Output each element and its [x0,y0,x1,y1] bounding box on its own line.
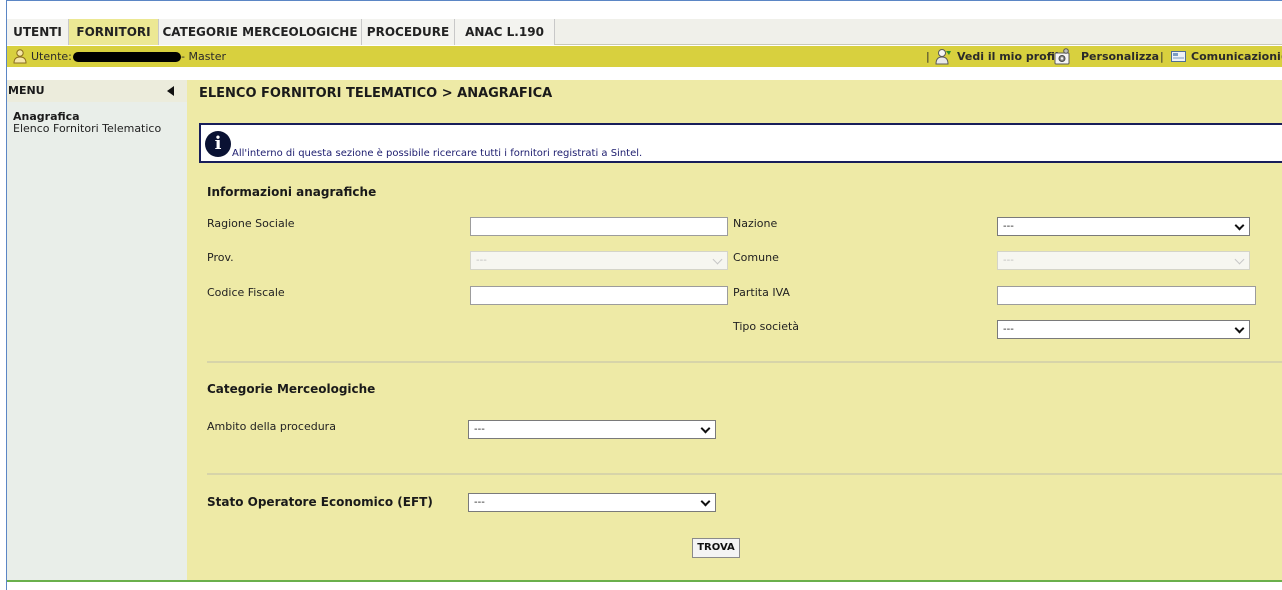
info-text: All'interno di questa sezione è possibil… [232,148,643,159]
chevron-down-icon [712,254,723,265]
ragione-sociale-label: Ragione Sociale [207,217,295,230]
menu-header: MENU [7,80,187,102]
prov-label: Prov. [207,251,234,264]
chevron-down-icon [700,423,711,434]
tab-utenti[interactable]: UTENTI [7,19,69,45]
prov-value: --- [476,255,487,266]
ambito-select[interactable]: --- [468,420,716,439]
chevron-down-icon [1234,323,1245,334]
partita-iva-label: Partita IVA [733,286,790,299]
communications-link[interactable]: Comunicazioni(0) [1191,46,1282,67]
section-title-stato: Stato Operatore Economico (EFT) [207,495,433,509]
profile-link[interactable]: Vedi il mio profilo [957,46,1066,67]
info-icon: i [205,131,231,157]
tab-categorie-merceologiche[interactable]: CATEGORIE MERCEOLOGICHE [159,19,362,45]
section-title-anagrafica: Informazioni anagrafiche [207,185,377,199]
envelope-icon [1171,51,1186,62]
collapse-arrow-icon[interactable] [167,86,174,96]
main-content: ELENCO FORNITORI TELEMATICO > ANAGRAFICA… [187,80,1282,580]
nazione-label: Nazione [733,217,778,230]
tab-procedure[interactable]: PROCEDURE [362,19,455,45]
tab-fornitori[interactable]: FORNITORI [69,19,159,45]
sidebar-item-elenco-fornitori[interactable]: Elenco Fornitori Telematico [13,122,161,135]
chevron-down-icon [1234,220,1245,231]
divider [207,361,1282,363]
stato-select[interactable]: --- [468,493,716,512]
redacted-username [73,52,181,62]
user-label: Utente: [31,50,72,63]
comune-select[interactable]: --- [997,251,1250,270]
sidebar: MENU Anagrafica Elenco Fornitori Telemat… [7,80,187,580]
separator: | [1160,50,1164,63]
separator: | [926,50,930,63]
nazione-value: --- [1003,221,1014,232]
comune-label: Comune [733,251,779,264]
tipo-societa-select[interactable]: --- [997,320,1250,339]
top-tab-bar: UTENTI FORNITORI CATEGORIE MERCEOLOGICHE… [7,19,1282,45]
profile-icon [935,49,951,65]
prov-select[interactable]: --- [470,251,728,270]
info-box: i All'interno di questa sezione è possib… [199,123,1282,163]
section-title-categorie: Categorie Merceologiche [207,382,376,396]
tab-anac-l190[interactable]: ANAC L.190 [455,19,555,45]
comune-value: --- [1003,255,1014,266]
trova-button[interactable]: TROVA [692,538,740,558]
app-frame: UTENTI FORNITORI CATEGORIE MERCEOLOGICHE… [6,0,1282,590]
user-bar: Utente: - Master | Vedi il mio profilo P… [7,46,1282,67]
tipo-societa-value: --- [1003,324,1014,335]
ragione-sociale-input[interactable] [470,217,728,236]
personalize-link[interactable]: Personalizza [1081,46,1159,67]
chevron-down-icon [700,496,711,507]
codice-fiscale-input[interactable] [470,286,728,305]
chevron-down-icon [1234,254,1245,265]
ambito-value: --- [474,424,485,435]
user-role: - Master [181,50,227,63]
ambito-label: Ambito della procedura [207,420,336,433]
codice-fiscale-label: Codice Fiscale [207,286,285,299]
menu-label: MENU [8,84,45,97]
bottom-line [7,580,1282,582]
partita-iva-input[interactable] [997,286,1256,305]
page-title: ELENCO FORNITORI TELEMATICO > ANAGRAFICA [199,86,553,101]
user-icon [13,49,27,64]
tipo-societa-label: Tipo società [733,320,800,333]
gear-icon [1054,48,1070,65]
divider [207,473,1282,475]
nazione-select[interactable]: --- [997,217,1250,236]
stato-value: --- [474,497,485,508]
